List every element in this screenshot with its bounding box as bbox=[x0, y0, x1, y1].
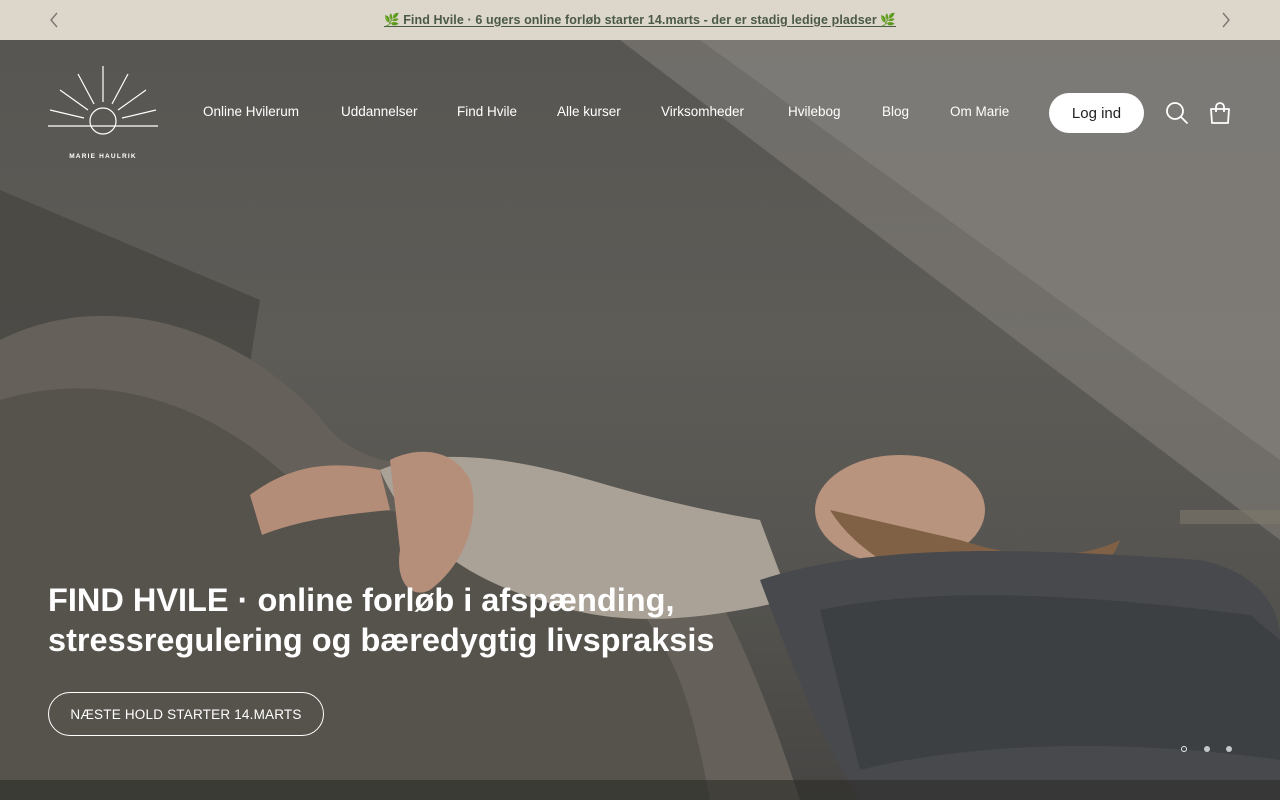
slide-dot-2[interactable] bbox=[1204, 746, 1210, 752]
nav-item-om-marie[interactable]: Om Marie bbox=[950, 104, 1009, 119]
slideshow-pagination bbox=[1178, 742, 1238, 756]
nav-item-online-hvilerum[interactable]: Online Hvilerum bbox=[203, 104, 299, 119]
logo-sun-icon[interactable] bbox=[48, 66, 158, 162]
hero-title-line-1: FIND HVILE · online forløb i afspænding, bbox=[48, 582, 675, 618]
chevron-right-icon[interactable] bbox=[1216, 10, 1236, 30]
search-icon[interactable] bbox=[1164, 100, 1190, 126]
site-header: MARIE HAULRIK Online Hvilerum Uddannelse… bbox=[0, 40, 1280, 185]
hero-title-line-2: stressregulering og bæredygtig livspraks… bbox=[48, 622, 715, 658]
hero-cta-button[interactable]: NÆSTE HOLD STARTER 14.MARTS bbox=[48, 692, 324, 736]
chevron-left-icon[interactable] bbox=[44, 10, 64, 30]
nav-item-alle-kurser[interactable]: Alle kurser bbox=[557, 104, 621, 119]
nav-item-uddannelser[interactable]: Uddannelser bbox=[341, 104, 418, 119]
hero-title: FIND HVILE · online forløb i afspænding,… bbox=[48, 580, 808, 660]
nav-item-blog[interactable]: Blog bbox=[882, 104, 909, 119]
slide-dot-3[interactable] bbox=[1226, 746, 1232, 752]
login-button[interactable]: Log ind bbox=[1049, 93, 1144, 133]
announcement-bar: 🌿 Find Hvile · 6 ugers online forløb sta… bbox=[0, 0, 1280, 40]
logo-text: MARIE HAULRIK bbox=[69, 153, 137, 160]
nav-item-virksomheder[interactable]: Virksomheder bbox=[661, 104, 744, 119]
nav-item-hvilebog[interactable]: Hvilebog bbox=[788, 104, 841, 119]
nav-item-find-hvile[interactable]: Find Hvile bbox=[457, 104, 517, 119]
announcement-link[interactable]: 🌿 Find Hvile · 6 ugers online forløb sta… bbox=[384, 13, 896, 28]
slide-dot-1[interactable] bbox=[1181, 746, 1187, 752]
shopping-bag-icon[interactable] bbox=[1207, 100, 1233, 126]
